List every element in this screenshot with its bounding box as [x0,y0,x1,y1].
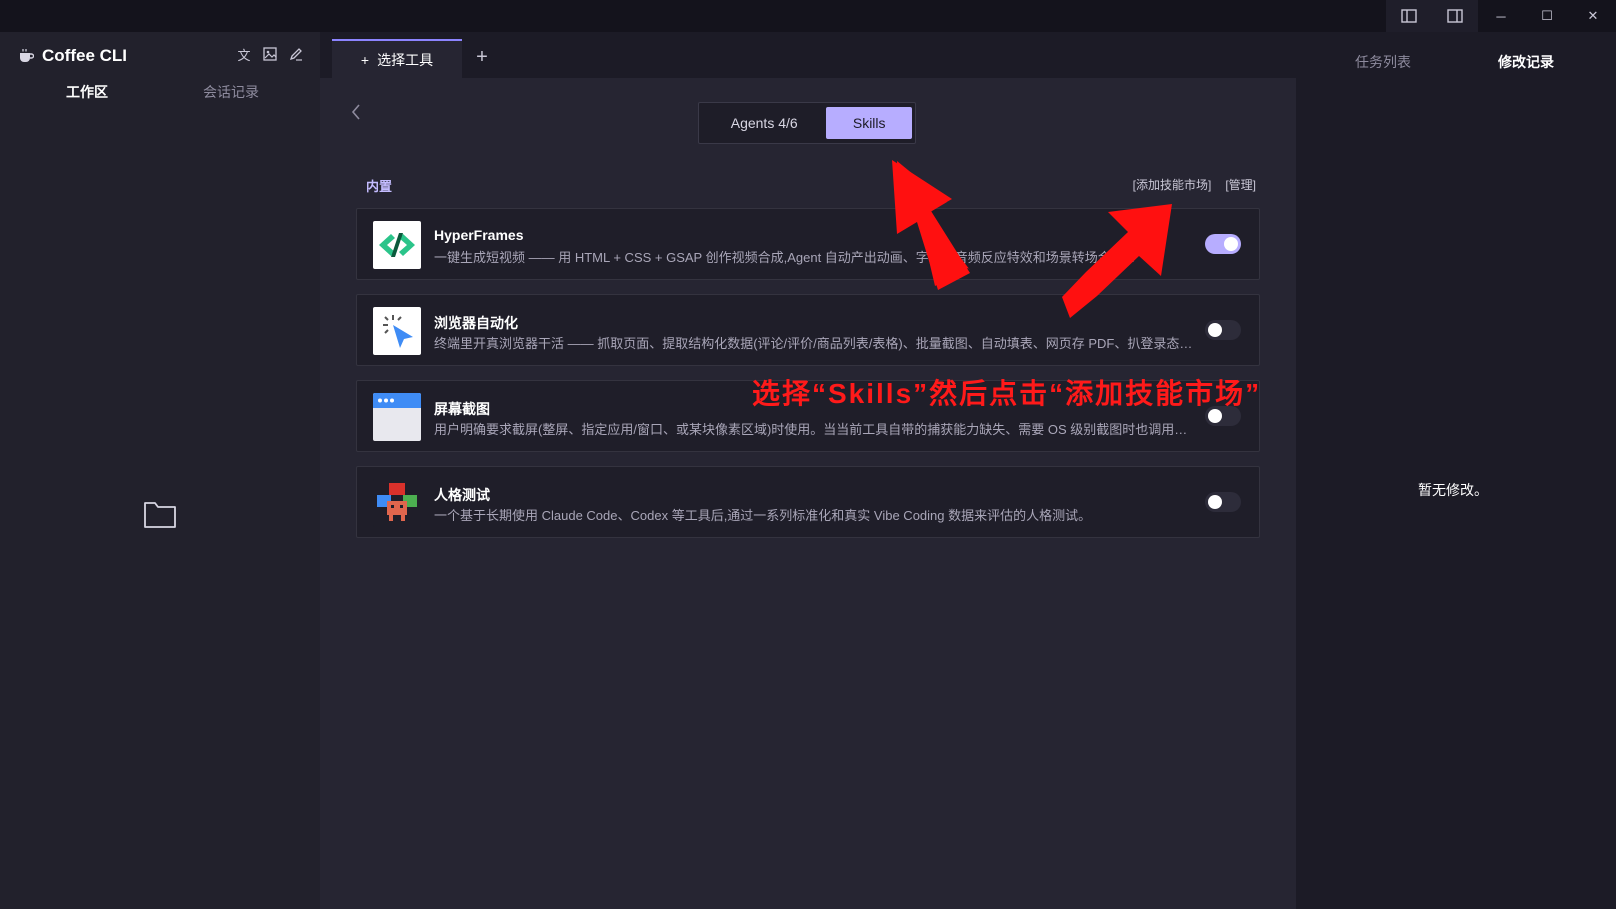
hyperframes-logo-icon [373,221,421,269]
layout-left-icon[interactable] [1386,0,1432,32]
add-skill-market-link[interactable]: [添加技能市场] [1133,176,1212,193]
skill-toggle[interactable] [1205,320,1241,340]
window-screenshot-icon [373,393,421,441]
minimize-icon[interactable]: ─ [1478,0,1524,32]
skill-description: 一个基于长期使用 Claude Code、Codex 等工具后,通过一系列标准化… [434,508,1092,523]
sidebar: Coffee CLI 文 工作区 会话记录 [0,32,320,909]
pixel-characters-icon [373,479,421,527]
tab-change-log[interactable]: 修改记录 [1498,52,1554,72]
tab-select-tool[interactable]: + 选择工具 [332,39,462,78]
maximize-icon[interactable]: ☐ [1524,0,1570,32]
manage-link[interactable]: [管理] [1225,176,1256,193]
app-title-text: Coffee CLI [42,46,127,65]
skill-card-browser-automation: 浏览器自动化 终端里开真浏览器干活 —— 抓取页面、提取结构化数据(评论/评价/… [356,294,1260,366]
skill-description: 终端里开真浏览器干活 —— 抓取页面、提取结构化数据(评论/评价/商品列表/表格… [434,336,1194,351]
folder-icon[interactable] [143,498,177,530]
tab-workspace[interactable]: 工作区 [66,82,108,102]
agents-tab-button[interactable]: Agents 4/6 [702,107,826,139]
section-links: [添加技能市场] [管理] [1133,176,1256,193]
skill-description: 一键生成短视频 —— 用 HTML + CSS + GSAP 创作视频合成,Ag… [434,250,1135,265]
close-icon[interactable]: ✕ [1570,0,1616,32]
annotation-instruction: 选择“Skills”然后点击“添加技能市场” [752,378,1262,409]
skill-name: HyperFrames [434,227,524,243]
skill-name: 浏览器自动化 [434,315,518,331]
tab-label: 选择工具 [377,51,434,68]
edit-icon[interactable] [288,46,304,62]
skill-toggle[interactable] [1205,234,1241,254]
skill-description: 用户明确要求截屏(整屏、指定应用/窗口、或某块像素区域)时使用。当当前工具自带的… [434,422,1194,437]
tab-session-history[interactable]: 会话记录 [203,82,259,102]
skill-card-personality-test: 人格测试 一个基于长期使用 Claude Code、Codex 等工具后,通过一… [356,466,1260,538]
back-chevron-icon[interactable] [348,102,364,122]
add-tab-button[interactable]: + [470,46,494,70]
app-title: Coffee CLI [18,44,127,68]
skills-tab-button[interactable]: Skills [826,107,912,139]
skill-card-hyperframes: HyperFrames 一键生成短视频 —— 用 HTML + CSS + GS… [356,208,1260,280]
agents-skills-toggle: Agents 4/6 Skills [698,102,916,144]
cursor-click-icon [373,307,421,355]
skill-toggle[interactable] [1205,492,1241,512]
empty-changes-message: 暂无修改。 [1418,482,1488,498]
document-tabbar: + 选择工具 + [320,32,1296,78]
coffee-cup-icon [20,49,34,62]
skill-name: 屏幕截图 [434,401,490,417]
tab-task-list[interactable]: 任务列表 [1355,52,1411,72]
plus-icon: + [360,51,370,68]
image-icon[interactable] [262,46,278,62]
tool-selector-panel: Agents 4/6 Skills 内置 [添加技能市场] [管理] Hyper… [320,78,1296,909]
section-title-builtin: 内置 [366,179,393,194]
translate-icon[interactable]: 文 [236,46,252,63]
title-bar: ─ ☐ ✕ [0,0,1616,32]
layout-right-icon[interactable] [1432,0,1478,32]
skill-name: 人格测试 [434,487,490,503]
sidebar-toolbar: 文 [236,46,304,63]
